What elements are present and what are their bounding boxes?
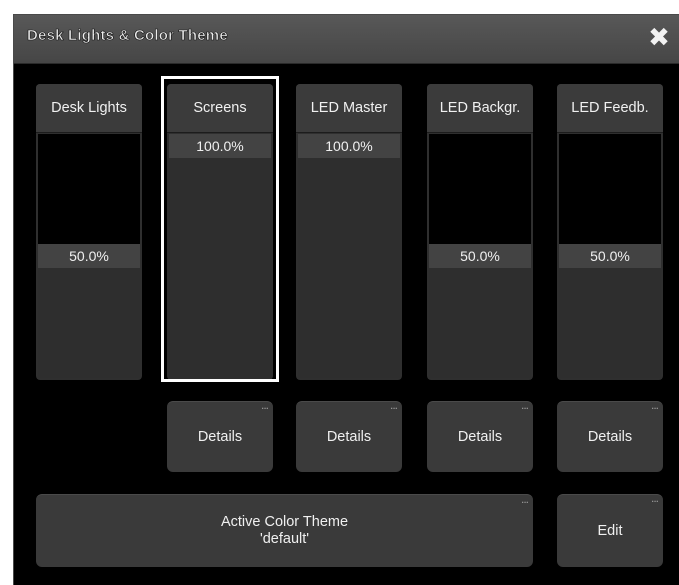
fader-desk-lights[interactable]: Desk Lights 50.0% — [36, 84, 142, 380]
fader-led-background[interactable]: LED Backgr. 50.0% — [427, 84, 533, 380]
edit-button-label: Edit — [597, 523, 623, 539]
fader-track[interactable]: 50.0% — [559, 134, 661, 378]
close-icon[interactable]: ✖ — [645, 22, 673, 52]
more-indicator: ... — [389, 398, 398, 412]
fader-screens[interactable]: Screens 100.0% — [167, 84, 273, 380]
fader-empty-area — [559, 134, 661, 244]
more-indicator: ... — [650, 491, 659, 505]
fader-label: Desk Lights — [36, 84, 142, 133]
details-button-label: Details — [326, 429, 372, 445]
details-button-label: Details — [197, 429, 243, 445]
details-button-screens[interactable]: ... Details — [167, 398, 273, 472]
edit-color-theme-button[interactable]: ... Edit — [557, 491, 663, 567]
fader-value: 50.0% — [559, 244, 661, 268]
details-button-led-feedback[interactable]: ... Details — [557, 398, 663, 472]
fader-label: LED Feedb. — [557, 84, 663, 133]
fader-label: Screens — [167, 84, 273, 133]
fader-track[interactable]: 50.0% — [38, 134, 140, 378]
window-title: Desk Lights & Color Theme — [27, 27, 228, 45]
fader-track[interactable]: 50.0% — [429, 134, 531, 378]
fader-empty-area — [38, 134, 140, 244]
active-color-theme-name: 'default' — [259, 531, 310, 547]
fader-label: LED Backgr. — [427, 84, 533, 133]
fader-track[interactable]: 100.0% — [298, 134, 400, 378]
fader-value: 50.0% — [38, 244, 140, 268]
fader-led-feedback[interactable]: LED Feedb. 50.0% — [557, 84, 663, 380]
active-color-theme-label: Active Color Theme — [220, 514, 349, 530]
fader-label: LED Master — [296, 84, 402, 133]
fader-led-master[interactable]: LED Master 100.0% — [296, 84, 402, 380]
fader-empty-area — [429, 134, 531, 244]
more-indicator: ... — [520, 398, 529, 412]
details-button-label: Details — [587, 429, 633, 445]
active-color-theme-button[interactable]: ... Active Color Theme 'default' — [36, 492, 533, 567]
more-indicator: ... — [520, 492, 529, 506]
details-button-label: Details — [457, 429, 503, 445]
window-titlebar[interactable]: Desk Lights & Color Theme ✖ — [14, 15, 679, 64]
more-indicator: ... — [650, 398, 659, 412]
fader-track[interactable]: 100.0% — [169, 134, 271, 378]
fader-value: 100.0% — [169, 134, 271, 158]
details-button-led-master[interactable]: ... Details — [296, 398, 402, 472]
fader-value: 50.0% — [429, 244, 531, 268]
details-button-led-background[interactable]: ... Details — [427, 398, 533, 472]
fader-value: 100.0% — [298, 134, 400, 158]
more-indicator: ... — [260, 398, 269, 412]
